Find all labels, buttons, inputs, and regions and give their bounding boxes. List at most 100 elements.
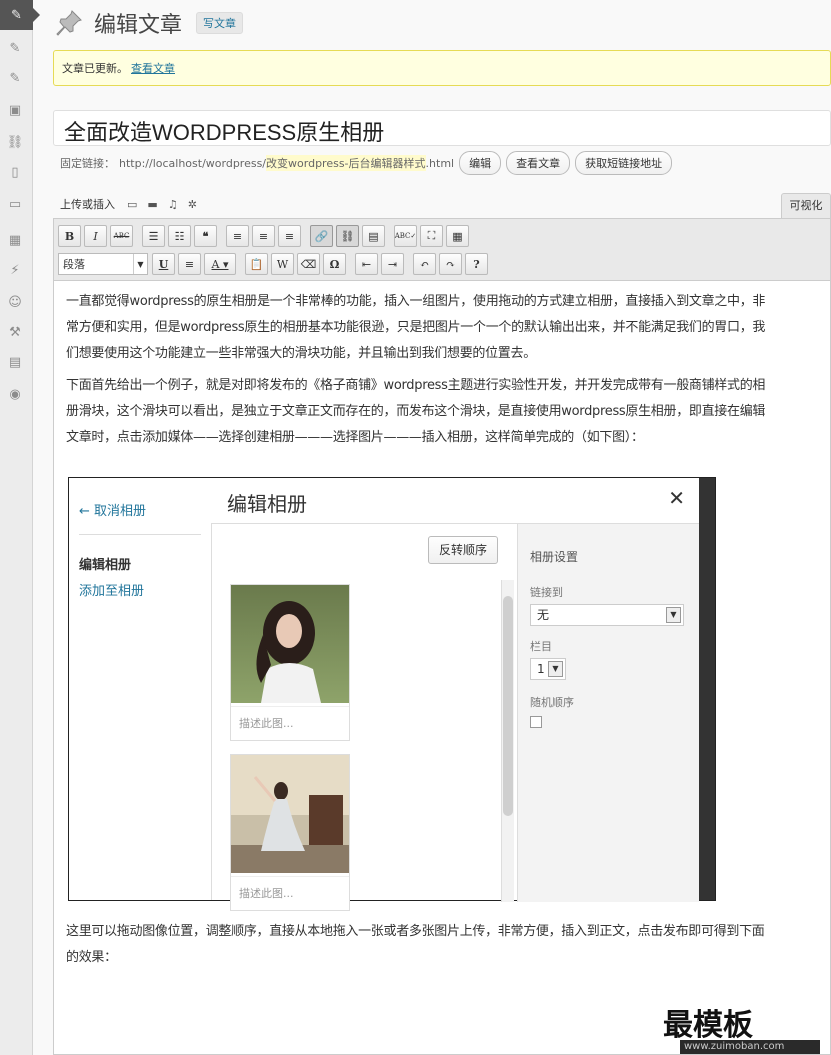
text-color-icon[interactable]: A ▾ bbox=[204, 253, 236, 275]
strikethrough-icon[interactable]: ABC bbox=[110, 225, 133, 247]
posts-pin-icon[interactable]: ✎ bbox=[0, 0, 40, 30]
users-icon[interactable]: ☺ bbox=[3, 290, 27, 314]
columns-select: 1 ▼ bbox=[530, 658, 566, 680]
gallery-thumbnail: 描述此图... bbox=[230, 754, 350, 911]
media-buttons: 上传或插入 ▭ ▬ ♫ ✲ bbox=[60, 193, 197, 215]
gallery-thumbnail: 描述此图... bbox=[230, 584, 350, 741]
close-icon: ✕ bbox=[668, 486, 685, 510]
content-paragraph-2: 下面首先给出一个例子，就是对即将发布的《格子商铺》wordpress主题进行实验… bbox=[66, 378, 766, 445]
align-right-icon[interactable]: ≡ bbox=[278, 225, 301, 247]
link-to-select: 无 ▼ bbox=[530, 604, 684, 626]
edit-gallery-menu-item: 编辑相册 bbox=[79, 558, 132, 573]
photo-woman-portrait bbox=[231, 585, 349, 703]
pin-icon-2[interactable]: ✎ bbox=[3, 66, 27, 90]
gallery-scrollbar bbox=[501, 580, 514, 902]
collapse-menu-icon[interactable]: ◉ bbox=[3, 382, 27, 406]
permalink-url-suffix: .html bbox=[425, 156, 455, 170]
edit-permalink-button[interactable]: 编辑 bbox=[459, 151, 502, 175]
spellcheck-icon[interactable]: ABC✓ bbox=[394, 225, 417, 247]
caption-placeholder-2: 描述此图... bbox=[231, 876, 349, 910]
content-paragraph-3: 这里可以拖动图像位置，调整顺序，直接从本地拖入一张或者多张图片上传，非常方便，插… bbox=[66, 924, 765, 965]
gallery-dialog-title: 编辑相册 bbox=[227, 492, 307, 516]
outdent-icon[interactable]: ⇤ bbox=[355, 253, 378, 275]
chevron-down-icon: ▼ bbox=[133, 254, 147, 274]
add-new-post-button[interactable]: 写文章 bbox=[196, 12, 244, 34]
view-post-link[interactable]: 查看文章 bbox=[131, 60, 175, 76]
add-media-icon[interactable]: ✲ bbox=[188, 198, 197, 211]
links-icon[interactable]: ⛓ bbox=[3, 130, 27, 154]
plugins-icon[interactable]: ⚡ bbox=[3, 258, 27, 282]
page-heading: 编辑文章 写文章 bbox=[54, 6, 244, 40]
permalink-url-base: http://localhost/wordpress/ bbox=[119, 156, 267, 170]
numbered-list-icon[interactable]: ☷ bbox=[168, 225, 191, 247]
columns-value: 1 bbox=[537, 662, 545, 676]
watermark-url: www.zuimoban.com bbox=[680, 1040, 820, 1054]
kitchen-sink-icon[interactable]: ▦ bbox=[446, 225, 469, 247]
add-video-icon[interactable]: ▬ bbox=[147, 198, 157, 211]
bullet-list-icon[interactable]: ☰ bbox=[142, 225, 165, 247]
tab-visual[interactable]: 可视化 bbox=[781, 193, 831, 219]
post-title-input[interactable]: 全面改造WORDPRESS原生相册 bbox=[53, 110, 831, 146]
align-center-icon[interactable]: ≡ bbox=[252, 225, 275, 247]
comments-icon[interactable]: ▭ bbox=[3, 192, 27, 216]
permalink-label: 固定链接： bbox=[60, 157, 115, 170]
link-to-label: 链接到 bbox=[530, 586, 563, 599]
gallery-left-menu: ← 取消相册 编辑相册 添加至相册 bbox=[69, 478, 211, 900]
clear-format-icon[interactable]: ⌫ bbox=[297, 253, 320, 275]
pushpin-icon bbox=[56, 10, 82, 36]
insert-more-icon[interactable]: ▤ bbox=[362, 225, 385, 247]
gallery-main-panel: 反转顺序 描述此图... 描述此图... bbox=[211, 478, 517, 911]
chevron-down-icon: ▼ bbox=[666, 607, 681, 623]
paragraph-format-select[interactable]: 段落 ▼ bbox=[58, 253, 148, 275]
caption-placeholder: 描述此图... bbox=[231, 706, 349, 740]
italic-button[interactable]: I bbox=[84, 225, 107, 247]
bold-button[interactable]: B bbox=[58, 225, 81, 247]
tools-icon[interactable]: ⚒ bbox=[3, 320, 27, 344]
media-icon[interactable]: ▣ bbox=[3, 98, 27, 122]
help-icon[interactable]: ? bbox=[465, 253, 488, 275]
watermark-logo: 最模板 bbox=[663, 1008, 753, 1043]
gallery-settings-panel: 相册设置 链接到 无 ▼ 栏目 1 ▼ 随机顺序 bbox=[517, 524, 699, 902]
permalink-row: 固定链接： http://localhost/wordpress/改变wordp… bbox=[60, 150, 673, 176]
photo-woman-sitting bbox=[231, 755, 349, 873]
justify-icon[interactable]: ≡ bbox=[178, 253, 201, 275]
editor-content-continued[interactable]: 这里可以拖动图像位置，调整顺序，直接从本地拖入一张或者多张图片上传，非常方便，插… bbox=[66, 919, 776, 977]
undo-icon[interactable]: ↶ bbox=[413, 253, 436, 275]
settings-icon[interactable]: ▤ bbox=[3, 350, 27, 374]
indent-icon[interactable]: ⇥ bbox=[381, 253, 404, 275]
align-left-icon[interactable]: ≡ bbox=[226, 225, 249, 247]
add-image-icon[interactable]: ▭ bbox=[127, 198, 137, 211]
insert-link-icon[interactable]: 🔗 bbox=[310, 225, 333, 247]
special-char-icon[interactable]: Ω bbox=[323, 253, 346, 275]
fullscreen-icon[interactable]: ⛶ bbox=[420, 225, 443, 247]
columns-label: 栏目 bbox=[530, 640, 552, 653]
paste-text-icon[interactable]: 📋 bbox=[245, 253, 268, 275]
admin-sidebar: ✎ ✎ ✎ ▣ ⛓ ▯ ▭ ▦ ⚡ ☺ ⚒ ▤ ◉ bbox=[0, 0, 40, 1055]
blockquote-icon[interactable]: ❝ bbox=[194, 225, 217, 247]
notice-text: 文章已更新。 bbox=[62, 62, 128, 75]
gallery-header: 编辑相册 ✕ bbox=[211, 478, 715, 524]
get-shortlink-button[interactable]: 获取短链接地址 bbox=[575, 151, 673, 175]
main-content: 编辑文章 写文章 文章已更新。 查看文章 全面改造WORDPRESS原生相册 固… bbox=[34, 0, 831, 1055]
add-audio-icon[interactable]: ♫ bbox=[168, 198, 178, 211]
paste-word-icon[interactable]: W bbox=[271, 253, 294, 275]
pages-icon[interactable]: ▯ bbox=[3, 160, 27, 184]
permalink-slug[interactable]: 改变wordpress-后台编辑器样式 bbox=[266, 155, 426, 171]
random-order-checkbox bbox=[530, 716, 542, 728]
upload-insert-label: 上传或插入 bbox=[60, 198, 115, 211]
editor-toolbar: B I ABC ☰ ☷ ❝ ≡ ≡ ≡ 🔗 ⛓ ▤ ABC✓ ⛶ ▦ 段落 ▼ bbox=[54, 219, 830, 281]
random-order-label: 随机顺序 bbox=[530, 696, 574, 709]
pin-icon[interactable]: ✎ bbox=[3, 36, 27, 60]
underline-button[interactable]: U bbox=[152, 253, 175, 275]
chevron-down-icon: ▼ bbox=[548, 661, 563, 677]
page-title: 编辑文章 bbox=[94, 13, 183, 38]
editor-content[interactable]: 一直都觉得wordpress的原生相册是一个非常棒的功能，插入一组图片，使用拖动… bbox=[66, 289, 776, 457]
view-post-button[interactable]: 查看文章 bbox=[506, 151, 571, 175]
appearance-icon[interactable]: ▦ bbox=[3, 228, 27, 252]
update-notice: 文章已更新。 查看文章 bbox=[53, 50, 831, 86]
unlink-icon[interactable]: ⛓ bbox=[336, 225, 359, 247]
redo-icon[interactable]: ↷ bbox=[439, 253, 462, 275]
reverse-order-button: 反转顺序 bbox=[428, 536, 499, 564]
format-select-value: 段落 bbox=[63, 258, 85, 271]
post-editor: B I ABC ☰ ☷ ❝ ≡ ≡ ≡ 🔗 ⛓ ▤ ABC✓ ⛶ ▦ 段落 ▼ bbox=[53, 218, 831, 1055]
